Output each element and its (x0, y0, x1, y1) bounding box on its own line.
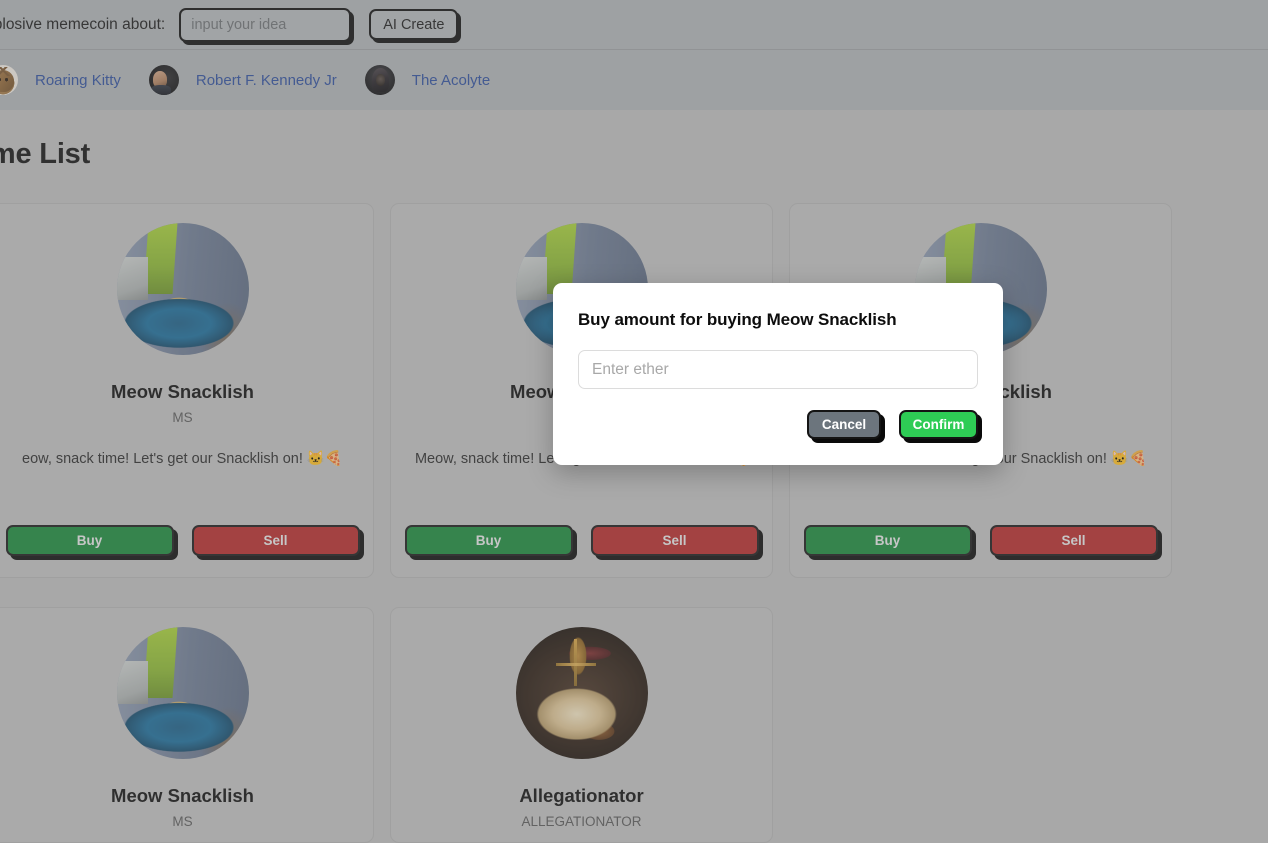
confirm-button[interactable]: Confirm (899, 410, 978, 439)
buy-amount-modal: Buy amount for buying Meow Snacklish Can… (553, 283, 1003, 465)
modal-title: Buy amount for buying Meow Snacklish (578, 310, 897, 329)
cancel-button[interactable]: Cancel (807, 410, 881, 439)
modal-actions: Cancel Confirm (578, 410, 978, 439)
ether-amount-input[interactable] (578, 350, 978, 389)
app-screen: xplosive memecoin about: AI Create Roari… (0, 0, 1268, 843)
